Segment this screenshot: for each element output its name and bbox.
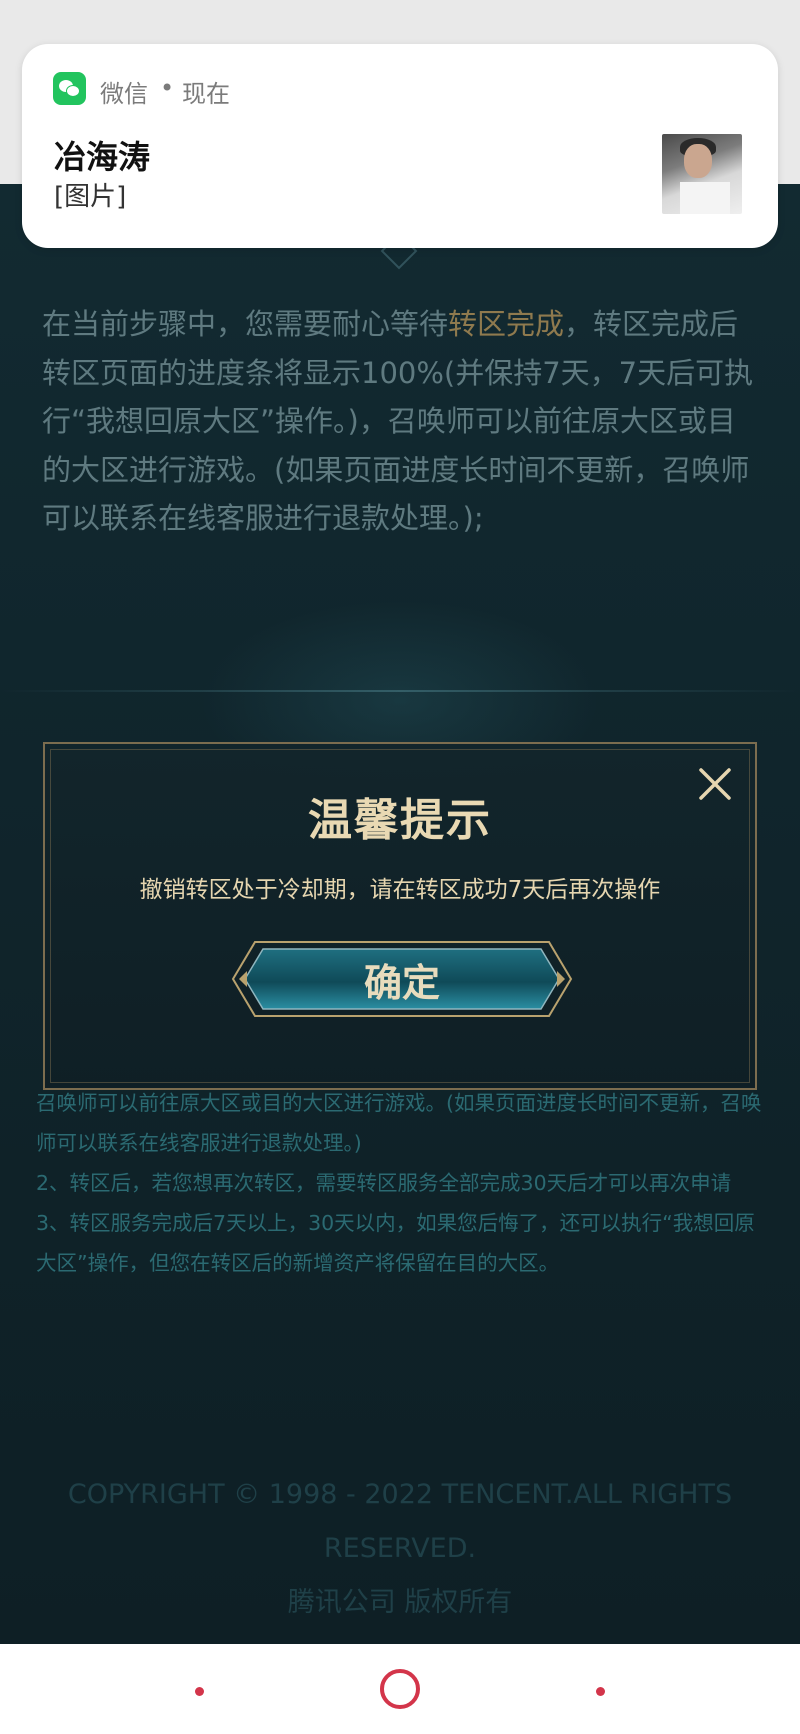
note-item: 3、转区服务完成后7天以上，30天以内，如果您后悔了，还可以执行“我想回原大区”… bbox=[36, 1211, 755, 1275]
footer: COPYRIGHT © 1998 - 2022 TENCENT.ALL RIGH… bbox=[40, 1468, 760, 1630]
step-text-part2: ，转区完成后转区页面的进度条将显示100%(并保持7天，7天后可执行“我想回原大… bbox=[42, 307, 754, 535]
copyright-text: COPYRIGHT © 1998 - 2022 TENCENT.ALL RIGH… bbox=[67, 1479, 733, 1564]
home-button[interactable] bbox=[380, 1669, 420, 1709]
transfer-notes: 召唤师可以前往原大区或目的大区进行游戏。(如果页面进度长时间不更新，召唤师可以联… bbox=[36, 1083, 766, 1283]
notification-time: 现在 bbox=[182, 80, 230, 108]
step-text-highlight: 转区完成 bbox=[448, 307, 565, 341]
decorative-divider bbox=[0, 690, 800, 692]
notification-sender: 冶海涛 bbox=[54, 138, 151, 176]
notification-separator: • bbox=[160, 74, 175, 102]
dialog-title: 温馨提示 bbox=[308, 795, 492, 846]
company-text: 腾讯公司 版权所有 bbox=[287, 1587, 513, 1618]
wechat-notification[interactable]: 微信 • 现在 冶海涛 [图片] bbox=[22, 44, 778, 248]
system-nav-bar bbox=[0, 1644, 800, 1734]
confirm-button-label: 确定 bbox=[363, 960, 440, 1005]
step-description: 在当前步骤中，您需要耐心等待转区完成，转区完成后转区页面的进度条将显示100%(… bbox=[42, 300, 762, 543]
note-item: 召唤师可以前往原大区或目的大区进行游戏。(如果页面进度长时间不更新，召唤师可以联… bbox=[36, 1091, 762, 1155]
notification-thumbnail bbox=[662, 134, 742, 214]
dialog-message: 撤销转区处于冷却期，请在转区成功7天后再次操作 bbox=[139, 877, 661, 903]
recent-apps-button[interactable] bbox=[195, 1687, 204, 1696]
wechat-icon bbox=[53, 72, 86, 105]
note-item: 2、转区后，若您想再次转区，需要转区服务全部完成30天后才可以再次申请 bbox=[36, 1171, 732, 1195]
confirm-button[interactable]: 确定 bbox=[229, 938, 575, 1020]
close-icon[interactable] bbox=[695, 764, 735, 804]
step-text-part1: 在当前步骤中，您需要耐心等待 bbox=[42, 307, 449, 341]
tip-dialog: 温馨提示 撤销转区处于冷却期，请在转区成功7天后再次操作 确定 bbox=[43, 742, 757, 1090]
notification-message: [图片] bbox=[54, 182, 127, 212]
back-button[interactable] bbox=[596, 1687, 605, 1696]
notification-app-name: 微信 bbox=[100, 80, 148, 108]
